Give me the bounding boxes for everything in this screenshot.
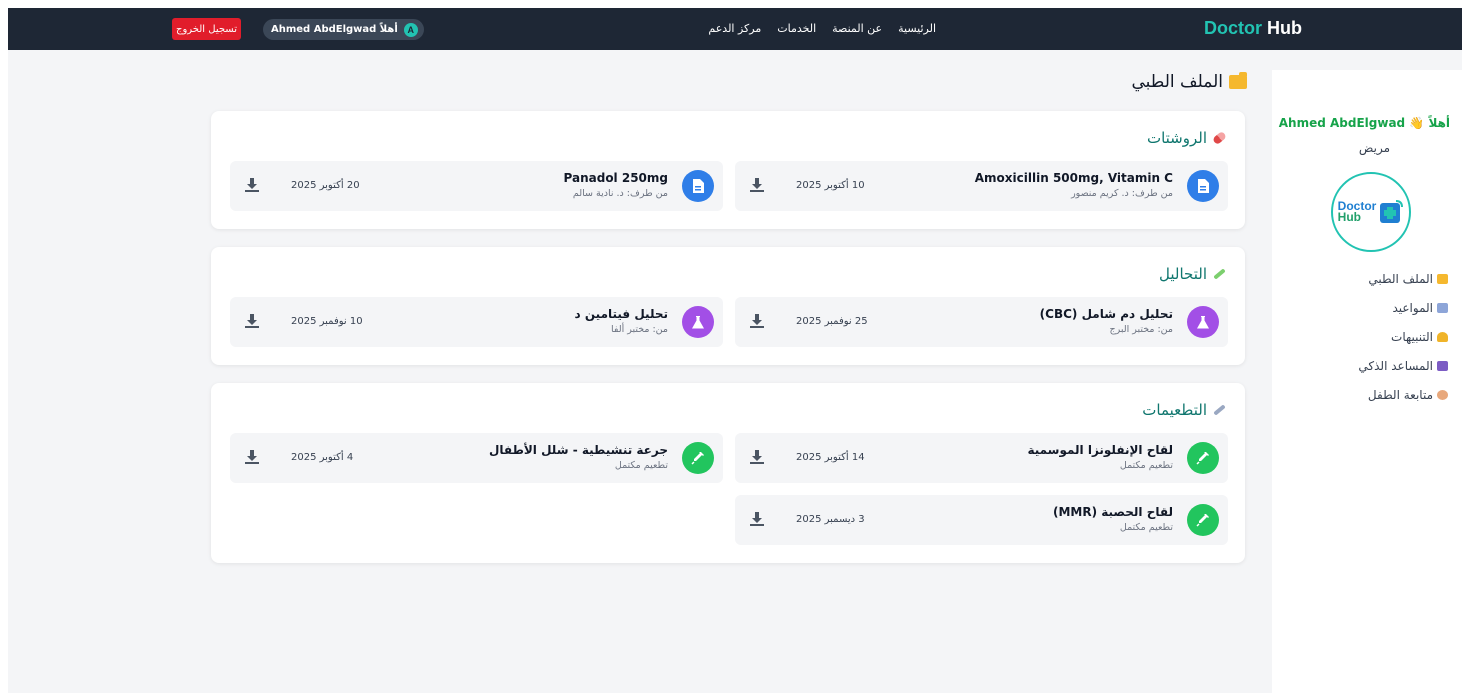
page-title: الملف الطبي bbox=[1131, 72, 1247, 92]
pill-icon bbox=[1211, 130, 1228, 146]
folder-icon bbox=[1229, 72, 1247, 89]
app-frame: Doctor Hub الرئيسية عن المنصة الخدمات مر… bbox=[8, 8, 1462, 693]
sidebar-item-medical-file[interactable]: الملف الطبي bbox=[1358, 270, 1448, 287]
logout-button[interactable]: تسجيل الخروج bbox=[172, 18, 241, 40]
sidebar-item-child-tracking[interactable]: متابعة الطفل bbox=[1358, 386, 1448, 403]
item-date: 20 أكتوبر 2025 bbox=[291, 180, 360, 191]
download-icon[interactable] bbox=[244, 177, 260, 193]
item-subtitle: من طرف: د. كريم منصور bbox=[1071, 188, 1173, 199]
download-icon[interactable] bbox=[244, 449, 260, 465]
page-title-text: الملف الطبي bbox=[1131, 72, 1223, 92]
item-subtitle: من: مختبر البرج bbox=[1109, 324, 1173, 335]
prescription-document-icon bbox=[682, 170, 714, 202]
logo-wordmark: Doctor Hub bbox=[1337, 200, 1377, 224]
section-title-vaccines: التطعيمات bbox=[1142, 401, 1226, 419]
section-title-tests: التحاليل bbox=[1159, 265, 1226, 283]
download-icon[interactable] bbox=[749, 177, 765, 193]
item-name: Panadol 250mg bbox=[563, 171, 668, 185]
medical-cross-icon bbox=[1380, 200, 1404, 223]
nav-link-home[interactable]: الرئيسية bbox=[898, 22, 936, 35]
test-tube-icon bbox=[1213, 268, 1226, 280]
sidebar-item-appointments[interactable]: المواعيد bbox=[1358, 299, 1448, 316]
sidebar-item-label: متابعة الطفل bbox=[1367, 387, 1433, 402]
download-icon[interactable] bbox=[749, 313, 765, 329]
list-item[interactable]: لقاح الحصبة (MMR) تطعيم مكتمل 3 ديسمبر 2… bbox=[735, 495, 1228, 545]
sidebar-greeting: أهلاً 👋 Ahmed AbdElgwad bbox=[1278, 116, 1450, 130]
section-title-text: التطعيمات bbox=[1142, 401, 1207, 419]
section-title-text: التحاليل bbox=[1159, 265, 1207, 283]
sidebar-item-ai-assistant[interactable]: المساعد الذكي bbox=[1358, 357, 1448, 374]
avatar: A bbox=[403, 22, 418, 37]
item-name: لقاح الإنفلونزا الموسمية bbox=[1027, 443, 1173, 457]
user-chip[interactable]: A أهلاً Ahmed AbdElgwad bbox=[263, 19, 424, 40]
tests-card: التحاليل تحليل دم شامل (CBC) من: مختبر ا… bbox=[211, 247, 1245, 365]
brand-part-doctor: Doctor bbox=[1203, 18, 1262, 38]
bell-icon bbox=[1437, 331, 1448, 342]
nav-links: الرئيسية عن المنصة الخدمات مركز الدعم bbox=[708, 22, 936, 35]
list-item[interactable]: تحليل فيتامين د من: مختبر ألفا 10 نوفمبر… bbox=[230, 297, 723, 347]
item-date: 14 أكتوبر 2025 bbox=[796, 452, 865, 463]
item-date: 10 نوفمبر 2025 bbox=[291, 316, 363, 327]
item-subtitle: من طرف: د. نادية سالم bbox=[572, 188, 668, 199]
section-title-prescriptions: الروشتات bbox=[1146, 129, 1228, 147]
download-icon[interactable] bbox=[244, 313, 260, 329]
download-icon[interactable] bbox=[749, 511, 765, 527]
item-date: 3 ديسمبر 2025 bbox=[796, 514, 865, 525]
brand-part-hub: Hub bbox=[1267, 18, 1302, 38]
syringe-icon bbox=[1187, 504, 1219, 536]
sidebar-item-notifications[interactable]: التنبيهات bbox=[1358, 328, 1448, 345]
syringe-icon bbox=[1187, 442, 1219, 474]
nav-link-support[interactable]: مركز الدعم bbox=[708, 22, 761, 35]
item-subtitle: تطعيم مكتمل bbox=[614, 460, 668, 471]
flask-icon bbox=[1187, 306, 1219, 338]
sidebar-item-label: المواعيد bbox=[1392, 300, 1433, 315]
robot-icon bbox=[1437, 360, 1448, 371]
sidebar-item-label: التنبيهات bbox=[1391, 329, 1433, 344]
logo-word-hub: Hub bbox=[1337, 210, 1361, 224]
doctor-hub-logo: Doctor Hub bbox=[1331, 172, 1411, 252]
item-subtitle: تطعيم مكتمل bbox=[1119, 522, 1173, 533]
brand-logo[interactable]: Doctor Hub bbox=[1204, 18, 1302, 39]
list-item[interactable]: Amoxicillin 500mg, Vitamin C من طرف: د. … bbox=[735, 161, 1228, 211]
folder-icon bbox=[1437, 273, 1448, 284]
item-date: 4 أكتوبر 2025 bbox=[291, 452, 354, 463]
prescriptions-card: الروشتات Amoxicillin 500mg, Vitamin C من… bbox=[211, 111, 1245, 229]
nav-link-services[interactable]: الخدمات bbox=[777, 22, 816, 35]
baby-icon bbox=[1437, 389, 1448, 400]
download-icon[interactable] bbox=[749, 449, 765, 465]
item-name: جرعة تنشيطية - شلل الأطفال bbox=[489, 443, 668, 457]
sidebar-item-label: المساعد الذكي bbox=[1358, 358, 1433, 373]
list-item[interactable]: تحليل دم شامل (CBC) من: مختبر البرج 25 ن… bbox=[735, 297, 1228, 347]
user-role: مريض bbox=[1358, 141, 1390, 155]
sidebar-item-label: الملف الطبي bbox=[1368, 271, 1433, 286]
item-subtitle: تطعيم مكتمل bbox=[1119, 460, 1173, 471]
nav-link-about[interactable]: عن المنصة bbox=[832, 22, 882, 35]
item-name: Amoxicillin 500mg, Vitamin C bbox=[974, 171, 1173, 185]
item-name: تحليل فيتامين د bbox=[574, 307, 668, 321]
item-subtitle: من: مختبر ألفا bbox=[611, 324, 668, 335]
section-title-text: الروشتات bbox=[1146, 129, 1207, 147]
item-date: 25 نوفمبر 2025 bbox=[796, 316, 868, 327]
item-date: 10 أكتوبر 2025 bbox=[796, 180, 865, 191]
sidebar-menu: الملف الطبي المواعيد التنبيهات المساعد ا… bbox=[1358, 270, 1448, 403]
item-name: تحليل دم شامل (CBC) bbox=[1039, 307, 1173, 321]
calendar-icon bbox=[1437, 302, 1448, 313]
syringe-icon bbox=[1213, 404, 1226, 416]
syringe-icon bbox=[682, 442, 714, 474]
list-item[interactable]: لقاح الإنفلونزا الموسمية تطعيم مكتمل 14 … bbox=[735, 433, 1228, 483]
list-item[interactable]: Panadol 250mg من طرف: د. نادية سالم 20 أ… bbox=[230, 161, 723, 211]
sidebar: أهلاً 👋 Ahmed AbdElgwad مريض Doctor Hub … bbox=[1272, 70, 1462, 693]
flask-icon bbox=[682, 306, 714, 338]
item-name: لقاح الحصبة (MMR) bbox=[1052, 505, 1173, 519]
prescription-document-icon bbox=[1187, 170, 1219, 202]
user-greeting: أهلاً Ahmed AbdElgwad bbox=[271, 24, 398, 35]
vaccines-card: التطعيمات لقاح الإنفلونزا الموسمية تطعيم… bbox=[211, 383, 1245, 563]
top-navbar: Doctor Hub الرئيسية عن المنصة الخدمات مر… bbox=[8, 8, 1462, 50]
list-item[interactable]: جرعة تنشيطية - شلل الأطفال تطعيم مكتمل 4… bbox=[230, 433, 723, 483]
